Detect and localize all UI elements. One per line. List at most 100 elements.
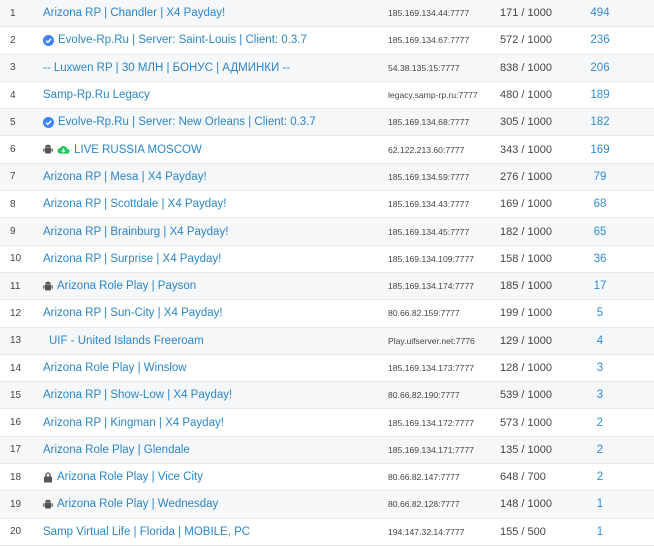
- table-row[interactable]: 17 Arizona Role Play | Glendale 185.169.13…: [0, 436, 654, 465]
- table-row[interactable]: 16 Arizona RP | Kingman | X4 Payday! 185.1…: [0, 409, 654, 437]
- table-row[interactable]: 18 Arizona Role Play | Vice City 80.66.82.…: [0, 464, 654, 492]
- table-row[interactable]: 9 Arizona RP | Brainburg | X4 Payday! 185.…: [0, 218, 654, 246]
- row-rank: 16: [10, 417, 22, 429]
- server-name-label: Arizona Role Play | Glendale: [43, 443, 190, 456]
- server-name-link[interactable]: Samp Virtual Life | Florida | MOBILE, PC: [43, 519, 373, 545]
- server-address: 54.38.135.15:7777: [388, 62, 460, 73]
- server-name-link[interactable]: Arizona Role Play | Vice City: [43, 464, 373, 490]
- score-link[interactable]: 494: [560, 0, 640, 26]
- row-rank: 17: [10, 444, 22, 456]
- server-name-label: Evolve-Rp.Ru | Server: New Orleans | Cli…: [58, 116, 316, 129]
- server-name-label: Arizona Role Play | Payson: [57, 280, 197, 293]
- server-name-link[interactable]: Arizona RP | Kingman | X4 Payday!: [43, 409, 373, 435]
- table-row[interactable]: 13 UIF - United Islands Freeroam Play.uifs…: [0, 327, 654, 355]
- score-link[interactable]: 65: [560, 218, 640, 244]
- server-address: 185.169.134.43:7777: [388, 199, 470, 210]
- server-name-link[interactable]: Arizona RP | Surprise | X4 Payday!: [43, 246, 373, 272]
- server-name-link[interactable]: Arizona RP | Sun-City | X4 Payday!: [43, 300, 373, 326]
- server-address: 194.147.32.14:7777: [388, 526, 465, 537]
- score-link[interactable]: 3: [560, 382, 640, 408]
- server-address: 185.169.134.109:7777: [388, 253, 475, 264]
- server-name-link[interactable]: LIVE RUSSIA MOSCOW: [43, 136, 373, 162]
- table-row[interactable]: 6 LIVE RUSSIA MOSCOW 62.122.213.60:7777 343…: [0, 136, 654, 164]
- server-name-link[interactable]: Arizona Role Play | Glendale: [43, 437, 373, 463]
- server-list: 1 Arizona RP | Chandler | X4 Payday! 185.1…: [0, 0, 654, 546]
- server-address: 80.66.82.190:7777: [388, 390, 460, 401]
- server-name-link[interactable]: UIF - United Islands Freeroam: [49, 328, 379, 354]
- lock-icon: [43, 472, 53, 483]
- server-name-label: LIVE RUSSIA MOSCOW: [74, 143, 202, 156]
- server-address: 185.169.134.44:7777: [388, 8, 470, 19]
- server-name-link[interactable]: Samp-Rp.Ru Legacy: [43, 82, 373, 108]
- score-link[interactable]: 2: [560, 409, 640, 435]
- score-link[interactable]: 1: [560, 491, 640, 517]
- server-name-label: Arizona RP | Sun-City | X4 Payday!: [43, 307, 223, 320]
- score-link[interactable]: 17: [560, 273, 640, 299]
- server-name-label: Arizona RP | Chandler | X4 Payday!: [43, 7, 226, 20]
- table-row[interactable]: 20 Samp Virtual Life | Florida | MOBILE, …: [0, 518, 654, 546]
- server-name-link[interactable]: Arizona Role Play | Wednesday: [43, 491, 373, 517]
- android-icon: [43, 499, 53, 510]
- table-row[interactable]: 4 Samp-Rp.Ru Legacy legacy.samp-rp.ru:7777…: [0, 81, 654, 110]
- score-link[interactable]: 5: [560, 300, 640, 326]
- score-link[interactable]: 3: [560, 355, 640, 381]
- server-name-link[interactable]: Evolve-Rp.Ru | Server: New Orleans | Cli…: [43, 109, 373, 135]
- row-rank: 19: [10, 498, 22, 510]
- row-rank: 11: [10, 280, 21, 292]
- score-link[interactable]: 36: [560, 246, 640, 272]
- server-name-label: Arizona RP | Show-Low | X4 Payday!: [43, 389, 233, 402]
- row-rank: 10: [10, 253, 22, 265]
- server-address: legacy.samp-rp.ru:7777: [388, 90, 478, 101]
- table-row[interactable]: 14 Arizona Role Play | Winslow 185.169.134…: [0, 354, 654, 383]
- score-link[interactable]: 189: [560, 82, 640, 108]
- table-row[interactable]: 7 Arizona RP | Mesa | X4 Payday! 185.169.1…: [0, 163, 654, 192]
- score-link[interactable]: 2: [560, 464, 640, 490]
- table-row[interactable]: 2 Evolve-Rp.Ru | Server: Saint-Louis | Cl…: [0, 27, 654, 55]
- row-rank: 12: [10, 307, 22, 319]
- score-link[interactable]: 206: [560, 55, 640, 81]
- server-name-label: -- Luxwen RP | 30 МЛН | БОНУС | АДМИНКИ …: [43, 61, 291, 74]
- server-name-link[interactable]: Arizona RP | Scottdale | X4 Payday!: [43, 191, 373, 217]
- score-link[interactable]: 236: [560, 27, 640, 53]
- server-address: 80.66.82.159:7777: [388, 308, 460, 319]
- server-address: 185.169.134.172:7777: [388, 417, 475, 428]
- table-row[interactable]: 3 -- Luxwen RP | 30 МЛН | БОНУС | АДМИНКИ…: [0, 54, 654, 82]
- server-address: 62.122.213.60:7777: [388, 144, 465, 155]
- server-address: 185.169.134.59:7777: [388, 171, 470, 182]
- server-name-link[interactable]: Arizona RP | Mesa | X4 Payday!: [43, 164, 373, 190]
- table-row[interactable]: 12 Arizona RP | Sun-City | X4 Payday! 80.6…: [0, 300, 654, 328]
- android-icon: [43, 144, 53, 155]
- score-link[interactable]: 79: [560, 164, 640, 190]
- server-name-label: Arizona Role Play | Vice City: [57, 471, 203, 484]
- server-address: 80.66.82.147:7777: [388, 472, 460, 483]
- score-link[interactable]: 182: [560, 109, 640, 135]
- score-link[interactable]: 169: [560, 136, 640, 162]
- server-name-link[interactable]: -- Luxwen RP | 30 МЛН | БОНУС | АДМИНКИ …: [43, 55, 373, 81]
- server-name-link[interactable]: Arizona Role Play | Winslow: [43, 355, 373, 381]
- server-name-link[interactable]: Arizona RP | Brainburg | X4 Payday!: [43, 218, 373, 244]
- score-link[interactable]: 1: [560, 519, 640, 545]
- server-name-link[interactable]: Evolve-Rp.Ru | Server: Saint-Louis | Cli…: [43, 27, 373, 53]
- server-name-link[interactable]: Arizona Role Play | Payson: [43, 273, 373, 299]
- server-name-label: Arizona Role Play | Wednesday: [57, 498, 219, 511]
- table-row[interactable]: 5 Evolve-Rp.Ru | Server: New Orleans | Cl…: [0, 109, 654, 137]
- score-link[interactable]: 4: [560, 328, 640, 354]
- server-name-label: Arizona RP | Mesa | X4 Payday!: [43, 170, 207, 183]
- server-name-link[interactable]: Arizona RP | Chandler | X4 Payday!: [43, 0, 373, 26]
- row-rank: 20: [10, 526, 22, 538]
- server-name-label: Arizona RP | Brainburg | X4 Payday!: [43, 225, 229, 238]
- table-row[interactable]: 15 Arizona RP | Show-Low | X4 Payday! 80.6…: [0, 382, 654, 410]
- table-row[interactable]: 1 Arizona RP | Chandler | X4 Payday! 185.1…: [0, 0, 654, 28]
- score-link[interactable]: 68: [560, 191, 640, 217]
- server-name-label: Samp Virtual Life | Florida | MOBILE, PC: [43, 525, 251, 538]
- server-address: 185.169.134.67:7777: [388, 35, 470, 46]
- android-icon: [43, 281, 53, 292]
- table-row[interactable]: 11 Arizona Role Play | Payson 185.169.134.…: [0, 272, 654, 301]
- server-name-link[interactable]: Arizona RP | Show-Low | X4 Payday!: [43, 382, 373, 408]
- row-rank: 2: [10, 34, 16, 46]
- score-link[interactable]: 2: [560, 437, 640, 463]
- row-rank: 13: [10, 335, 22, 347]
- table-row[interactable]: 10 Arizona RP | Surprise | X4 Payday! 185.…: [0, 245, 654, 273]
- table-row[interactable]: 8 Arizona RP | Scottdale | X4 Payday! 185.…: [0, 191, 654, 219]
- table-row[interactable]: 19 Arizona Role Play | Wednesday 80.66.82.…: [0, 491, 654, 519]
